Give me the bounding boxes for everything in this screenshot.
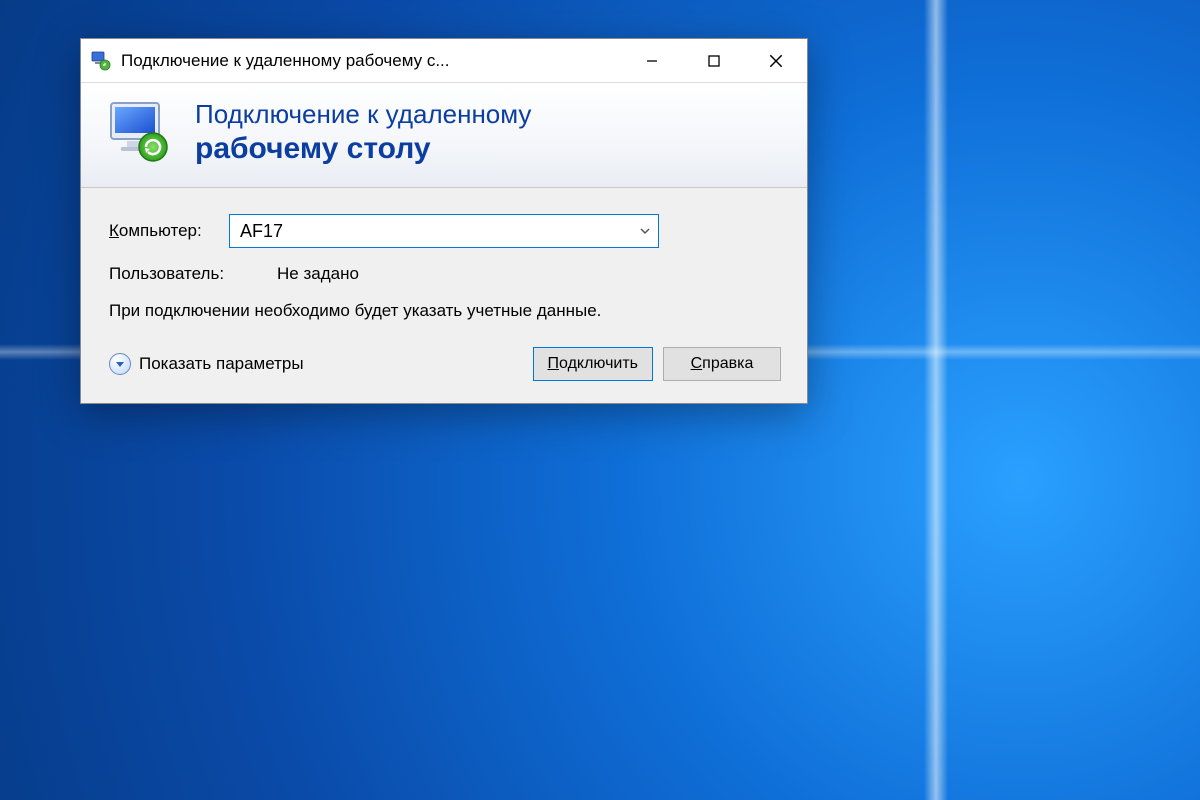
footer: Показать параметры Подключить Справка (109, 347, 781, 381)
dialog-body: Компьютер: Пользователь: Не задано При п… (81, 188, 807, 403)
window-title: Подключение к удаленному рабочему с... (121, 51, 450, 71)
chevron-down-circle-icon (109, 353, 131, 375)
computer-combobox[interactable] (229, 214, 659, 248)
computer-input[interactable] (230, 215, 632, 247)
app-icon (91, 51, 111, 71)
banner-text: Подключение к удаленному рабочему столу (195, 100, 531, 166)
help-button[interactable]: Справка (663, 347, 781, 381)
connect-button[interactable]: Подключить (533, 347, 653, 381)
maximize-button[interactable] (683, 39, 745, 82)
computer-row: Компьютер: (109, 214, 781, 248)
user-value: Не задано (277, 264, 359, 284)
user-row: Пользователь: Не задано (109, 264, 781, 284)
banner: Подключение к удаленному рабочему столу (81, 83, 807, 188)
rdp-banner-icon (103, 97, 175, 169)
banner-title-line1: Подключение к удаленному (195, 100, 531, 130)
rdp-window: Подключение к удаленному рабочему с... (80, 38, 808, 404)
window-controls (621, 39, 807, 82)
minimize-button[interactable] (621, 39, 683, 82)
close-button[interactable] (745, 39, 807, 82)
chevron-down-icon[interactable] (632, 215, 658, 247)
user-label: Пользователь: (109, 264, 277, 284)
show-options-label: Показать параметры (139, 354, 304, 374)
banner-title-line2: рабочему столу (195, 132, 531, 167)
titlebar[interactable]: Подключение к удаленному рабочему с... (81, 39, 807, 83)
computer-label: Компьютер: (109, 221, 229, 241)
show-options-button[interactable]: Показать параметры (109, 353, 304, 375)
credentials-info: При подключении необходимо будет указать… (109, 300, 669, 323)
